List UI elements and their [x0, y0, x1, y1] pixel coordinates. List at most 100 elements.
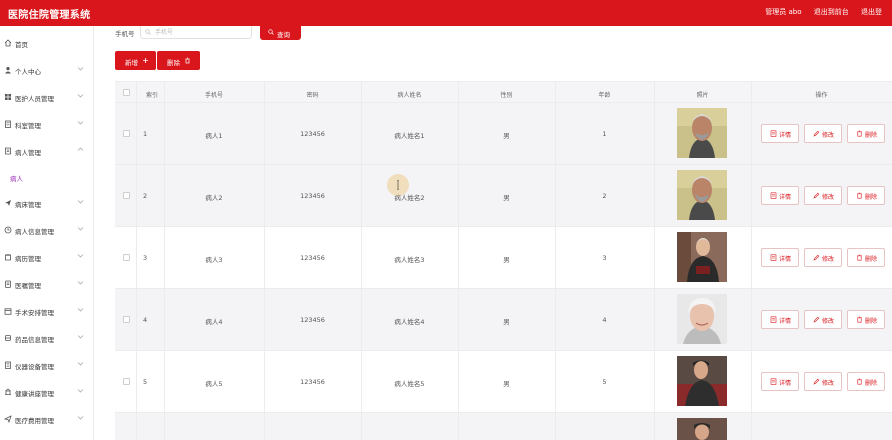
detail-button[interactable]: 详情 [761, 186, 799, 205]
delete-button-label: 删除 [865, 318, 878, 325]
edit-button[interactable]: 修改 [804, 186, 842, 205]
select-all-checkbox[interactable] [123, 89, 130, 96]
edit-button[interactable]: 修改 [804, 124, 842, 143]
sidebar-item-medical-fee[interactable]: 医疗费用管理 [0, 413, 94, 427]
row-checkbox[interactable] [123, 192, 130, 199]
trash-icon [857, 254, 862, 261]
sidebar-subitem-patient[interactable]: 病人 [0, 171, 94, 185]
edit-button[interactable]: 修改 [804, 310, 842, 329]
detail-button[interactable]: 详情 [761, 124, 799, 143]
cell-phone: 病人5 [205, 380, 223, 388]
table-row[interactable] [115, 413, 892, 440]
calendar-icon [4, 308, 12, 315]
sidebar-item-medical-record[interactable]: 病历管理 [0, 251, 94, 265]
edit-icon [813, 192, 820, 199]
column-divider [555, 81, 556, 440]
sidebar-item-label: 健康讲座管理 [15, 390, 54, 398]
cell-index: 2 [143, 192, 148, 200]
cell-patient-name: 病人姓名3 [394, 256, 425, 264]
cell-phone: 病人4 [205, 318, 223, 326]
patient-photo[interactable] [677, 108, 727, 158]
patient-photo[interactable] [677, 232, 727, 282]
document-icon [770, 378, 777, 385]
delete-button[interactable]: 删除 [847, 310, 885, 329]
delete-button[interactable]: 删除 [847, 372, 885, 391]
sidebar-item-medical-staff[interactable]: 医护人员管理 [0, 91, 94, 105]
sidebar-item-label: 病人信息管理 [15, 228, 54, 236]
column-header-index: 索引 [145, 92, 158, 99]
sidebar-item-label: 个人中心 [15, 68, 41, 76]
patient-photo[interactable] [677, 418, 727, 440]
cell-phone: 病人2 [205, 194, 223, 202]
table-row[interactable]: 1 病人1 123456 病人姓名1 男 1 详情 修改 删除 [115, 103, 892, 165]
table-header: 索引 手机号 密码 病人姓名 性别 年龄 照片 操作 [115, 81, 892, 103]
edit-button[interactable]: 修改 [804, 248, 842, 267]
sidebar-item-personal-center[interactable]: 个人中心 [0, 64, 94, 78]
edit-icon [813, 130, 820, 137]
user-label: 管理员 abo [765, 8, 802, 16]
sidebar-item-label: 仪器设备管理 [15, 363, 54, 371]
patient-photo[interactable] [677, 170, 727, 220]
building-icon [5, 120, 11, 128]
add-button-label: 新增 [125, 59, 138, 67]
delete-button[interactable]: 删除 [847, 124, 885, 143]
column-divider [751, 81, 752, 440]
sidebar-item-home[interactable]: 首页 [0, 37, 94, 51]
column-header-photo: 照片 [696, 92, 709, 99]
column-divider [458, 81, 459, 440]
table-row[interactable]: 4 病人4 123456 病人姓名4 男 4 详情 修改 删除 [115, 289, 892, 351]
patient-photo[interactable] [677, 294, 727, 344]
search-input[interactable]: 手机号 [140, 26, 252, 39]
sidebar-item-surgery[interactable]: 手术安排管理 [0, 305, 94, 319]
chevron-down-icon [77, 335, 84, 339]
column-header-password: 密码 [306, 92, 319, 99]
row-checkbox[interactable] [123, 378, 130, 385]
edit-icon [813, 378, 820, 385]
chevron-down-icon [77, 94, 84, 98]
sidebar-item-patient-info[interactable]: 病人信息管理 [0, 224, 94, 238]
sidebar-item-label: 科室管理 [15, 122, 41, 130]
table-row[interactable]: 2 病人2 123456 病人姓名2 男 2 详情 修改 删除 [115, 165, 892, 227]
cell-phone: 病人1 [205, 132, 223, 140]
row-checkbox[interactable] [123, 316, 130, 323]
delete-button[interactable]: 删除 [847, 186, 885, 205]
detail-button[interactable]: 详情 [761, 372, 799, 391]
cell-age: 1 [602, 130, 607, 138]
sidebar-item-bed[interactable]: 病床管理 [0, 197, 94, 211]
row-checkbox[interactable] [123, 254, 130, 261]
sidebar-item-medicine[interactable]: 药品信息管理 [0, 332, 94, 346]
patient-icon [5, 147, 11, 155]
chevron-down-icon [77, 389, 84, 393]
cell-gender: 男 [503, 318, 510, 326]
edit-icon [813, 254, 820, 261]
logout-link[interactable]: 退出登 [861, 8, 882, 16]
row-checkbox[interactable] [123, 130, 130, 137]
chevron-down-icon [77, 200, 84, 204]
sidebar-item-label: 病历管理 [15, 255, 41, 263]
sidebar: 首页 个人中心 医护人员管理 科室管理 病人管理 病人 病床管理 病人信息管理 … [0, 26, 94, 440]
sidebar-item-label: 病床管理 [15, 201, 41, 209]
table-row[interactable]: 3 病人3 123456 病人姓名3 男 3 详情 修改 删除 [115, 227, 892, 289]
detail-button-label: 详情 [779, 194, 792, 201]
exit-to-front-link[interactable]: 退出到前台 [814, 8, 849, 16]
edit-button[interactable]: 修改 [804, 372, 842, 391]
sidebar-item-equipment[interactable]: 仪器设备管理 [0, 359, 94, 373]
delete-button-label: 删除 [865, 132, 878, 139]
sidebar-item-department[interactable]: 科室管理 [0, 118, 94, 132]
detail-button[interactable]: 详情 [761, 310, 799, 329]
sidebar-item-patient[interactable]: 病人管理 [0, 145, 94, 159]
detail-button[interactable]: 详情 [761, 248, 799, 267]
sidebar-item-label: 医护人员管理 [15, 95, 54, 103]
sidebar-item-doctor-order[interactable]: 医嘱管理 [0, 278, 94, 292]
search-button[interactable]: 查询 [260, 26, 301, 40]
sidebar-item-health-lecture[interactable]: 健康讲座管理 [0, 386, 94, 400]
app-title: 医院住院管理系统 [8, 10, 91, 21]
cell-age: 3 [602, 254, 607, 262]
text-cursor-icon [397, 180, 399, 190]
batch-delete-button[interactable]: 删除 [157, 51, 200, 70]
patient-photo[interactable] [677, 356, 727, 406]
delete-button[interactable]: 删除 [847, 248, 885, 267]
add-button[interactable]: 新增 [115, 51, 156, 70]
column-header-patient-name: 病人姓名 [397, 92, 422, 99]
table-row[interactable]: 5 病人5 123456 病人姓名5 男 5 详情 修改 删除 [115, 351, 892, 413]
